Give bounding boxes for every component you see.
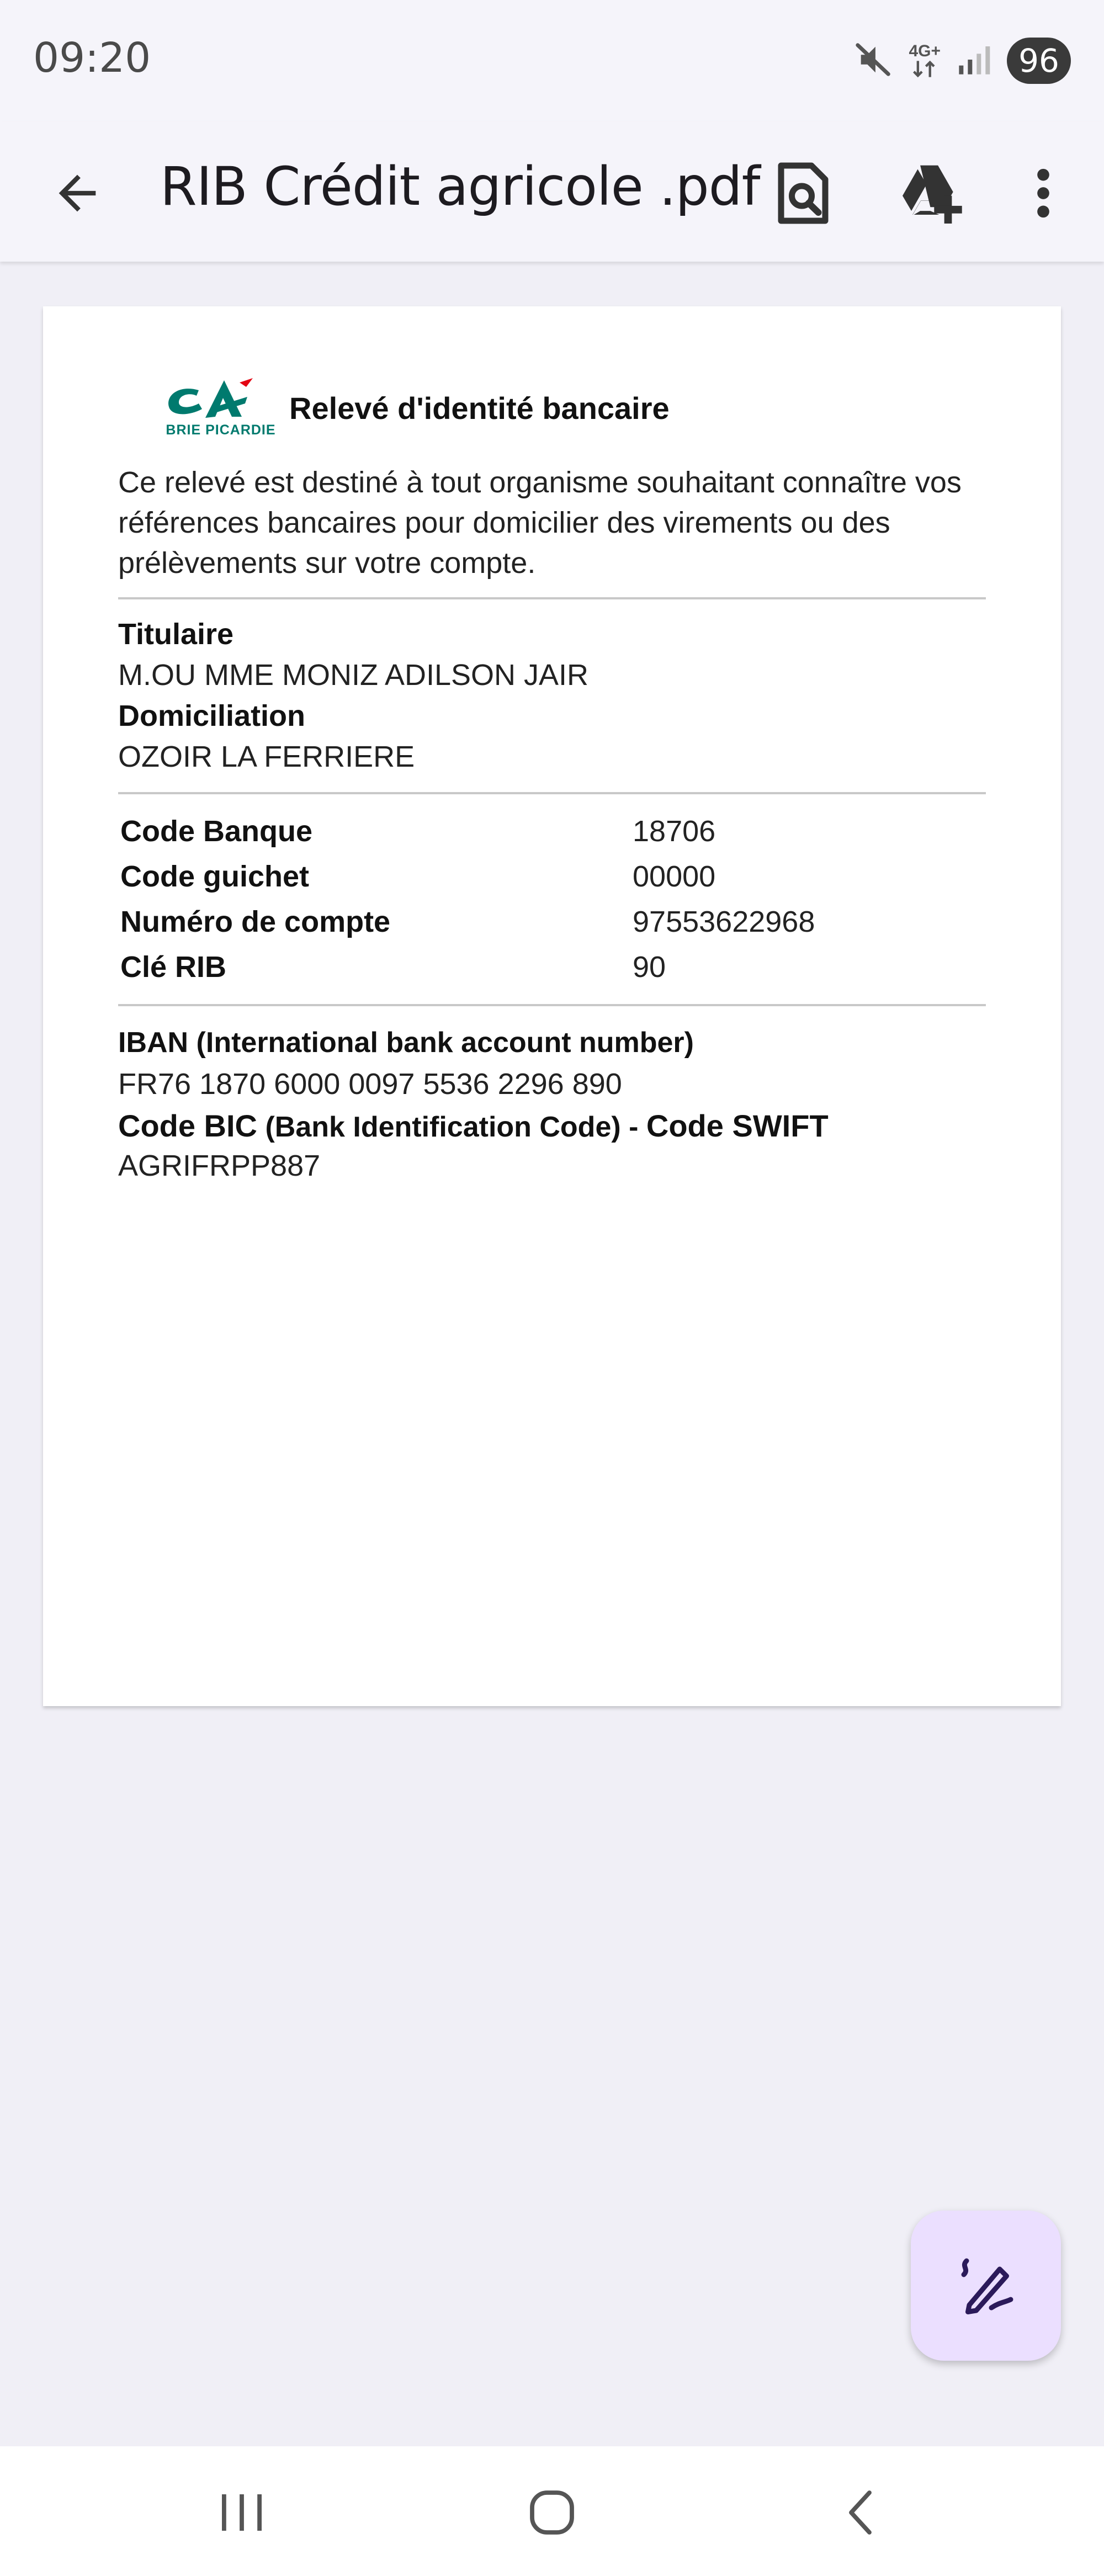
account-number-label: Numéro de compte [120,905,391,938]
edit-pen-icon [961,2258,1013,2314]
divider [118,597,986,599]
logo-caption: BRIE PICARDIE [166,422,276,438]
mute-icon [854,40,893,82]
annotate-fab[interactable] [911,2211,1061,2361]
holder-label: Titulaire [118,618,234,651]
status-time: 09:20 [33,34,151,82]
bic-label-mid: (Bank Identification Code) - [257,1111,646,1143]
status-bar: 09:20 4G+ 96 [0,0,1104,121]
nav-back-button[interactable] [806,2468,916,2557]
iban-label-bold: IBAN [118,1027,189,1059]
more-options-button[interactable] [1016,155,1071,232]
holder-value: M.OU MME MONIZ ADILSON JAIR [118,658,589,692]
home-button[interactable] [497,2468,607,2557]
network-label: 4G+ [909,42,941,60]
battery-icon: 96 [1007,38,1071,84]
bic-label: Code BIC (Bank Identification Code) - Co… [118,1108,829,1144]
system-nav-bar [0,2446,1104,2576]
domiciliation-value: OZOIR LA FERRIERE [118,740,415,773]
back-button[interactable] [39,155,116,232]
save-to-drive-button[interactable] [891,155,974,232]
nav-back-icon [849,2490,872,2535]
home-icon [530,2490,574,2535]
more-vert-icon [1037,168,1049,218]
recent-apps-button[interactable] [187,2468,297,2557]
back-arrow-icon [59,174,96,212]
iban-label-rest: (International bank account number) [188,1027,694,1059]
divider [118,792,986,794]
battery-level: 96 [1018,42,1059,79]
iban-label: IBAN (International bank account number) [118,1026,694,1059]
bic-value: AGRIFRPP887 [118,1149,321,1182]
iban-value: FR76 1870 6000 0097 5536 2296 890 [118,1067,622,1101]
code-banque-label: Code Banque [120,815,313,848]
account-number-value: 97553622968 [633,905,815,938]
document-title: RIB Crédit agricole .pdf [160,156,760,217]
app-bar: RIB Crédit agricole .pdf [0,121,1104,262]
document-search-icon [778,162,829,224]
divider [118,1004,986,1006]
recent-apps-icon [222,2494,262,2531]
cle-rib-label: Clé RIB [120,950,227,984]
intro-text: Ce relevé est destiné à tout organisme s… [118,466,962,580]
cle-rib-value: 90 [633,950,666,984]
network-4g-icon: 4G+ [909,43,941,78]
bic-label-swift: Code SWIFT [646,1108,829,1143]
code-guichet-value: 00000 [633,860,716,893]
pdf-page[interactable]: BRIE PICARDIE Relevé d'identité bancaire… [43,306,1061,1706]
status-icons: 4G+ 96 [854,38,1071,84]
code-banque-value: 18706 [633,815,716,848]
code-guichet-label: Code guichet [120,860,310,893]
bic-label-bold: Code BIC [118,1108,257,1143]
domiciliation-label: Domiciliation [118,699,306,732]
drive-add-icon [903,165,962,224]
credit-agricole-logo: BRIE PICARDIE [137,368,302,440]
signal-icon [956,42,991,80]
rib-heading: Relevé d'identité bancaire [289,391,670,426]
find-in-document-button[interactable] [765,155,842,232]
